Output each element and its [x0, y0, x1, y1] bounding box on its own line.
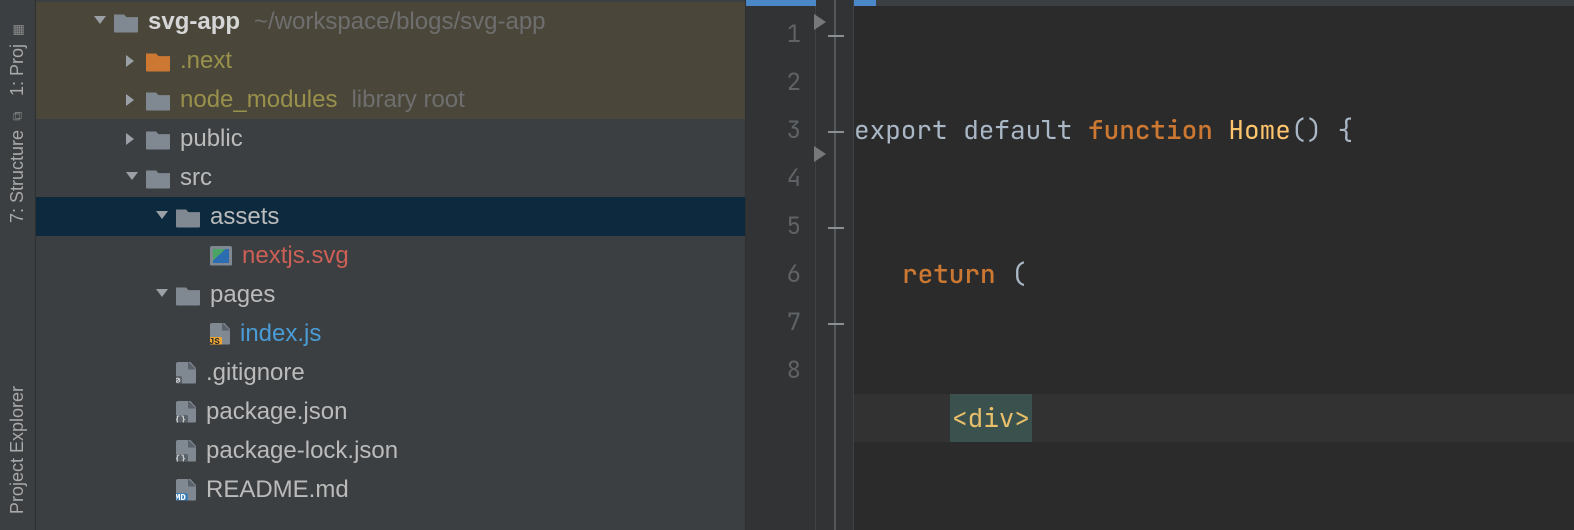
tree-row-public[interactable]: public [36, 119, 745, 158]
spacer [154, 483, 168, 497]
folder-icon [146, 50, 170, 72]
line-number[interactable]: 5 [746, 202, 815, 250]
folder-icon [114, 11, 138, 33]
tree-row-readme[interactable]: MD README.md [36, 470, 745, 509]
tree-label-readme: README.md [206, 476, 349, 504]
project-tree-panel: svg-app ~/workspace/blogs/svg-app .next … [36, 0, 746, 530]
code-line[interactable]: export default function Home() { [854, 106, 1574, 154]
line-number[interactable]: 1 [746, 10, 815, 58]
chevron-down-icon[interactable] [154, 210, 168, 224]
tool-tab-structure-label: 7: Structure [7, 130, 28, 223]
tree-label-pages: pages [210, 281, 275, 309]
md-file-icon: MD [176, 479, 196, 501]
tree-row-gitignore[interactable]: ⊘ .gitignore [36, 353, 745, 392]
tree-label-src: src [180, 164, 212, 192]
folder-icon [146, 167, 170, 189]
code-line[interactable]: return ( [854, 250, 1574, 298]
line-number[interactable]: 6 [746, 250, 815, 298]
folder-icon [146, 128, 170, 150]
tool-strip: 1: Proj ▦ 7: Structure ⧉ Project Explore… [0, 0, 36, 530]
json-file-icon: {} [176, 440, 196, 462]
image-file-icon [210, 246, 232, 266]
token: () { [1291, 106, 1353, 154]
code-line[interactable]: <div> [854, 394, 1574, 442]
token-keyword: return [902, 250, 996, 298]
line-number[interactable]: 2 [746, 58, 815, 106]
tool-tab-project[interactable]: 1: Proj ▦ [7, 22, 28, 96]
tree-row-pages[interactable]: pages [36, 275, 745, 314]
token-function-name: Home [1228, 106, 1290, 154]
ignore-badge: ⊘ [173, 376, 182, 387]
tree-root-path: ~/workspace/blogs/svg-app [254, 8, 546, 36]
spacer [188, 327, 202, 341]
tree-label-index-js: index.js [240, 320, 321, 348]
spacer [154, 444, 168, 458]
tree-row-package-lock[interactable]: {} package-lock.json [36, 431, 745, 470]
tree-label-assets: assets [210, 203, 279, 231]
fold-collapse-icon[interactable] [826, 314, 846, 334]
tree-note-libroot: library root [351, 86, 464, 114]
folder-icon [146, 89, 170, 111]
chevron-down-icon[interactable] [92, 15, 106, 29]
json-badge: {} [173, 415, 188, 426]
tree-row-nextjs-svg[interactable]: nextjs.svg [36, 236, 745, 275]
folder-icon [176, 284, 200, 306]
tool-tab-project-label: 1: Proj [7, 44, 28, 96]
project-tree[interactable]: svg-app ~/workspace/blogs/svg-app .next … [36, 0, 745, 509]
tree-row-node-modules[interactable]: node_modules library root [36, 80, 745, 119]
tree-root-row[interactable]: svg-app ~/workspace/blogs/svg-app [36, 2, 745, 41]
structure-tool-icon: ⧉ [9, 111, 25, 120]
line-number[interactable]: 8 [746, 346, 815, 394]
fold-collapse-icon[interactable] [826, 122, 846, 142]
tool-tab-explorer-label: Project Explorer [7, 386, 28, 514]
editor-area: 1 2 3 4 5 6 7 8 export default function … [746, 0, 1574, 530]
active-tab-indicator [746, 0, 876, 6]
tree-label-package: package.json [206, 398, 347, 426]
tree-label-gitignore: .gitignore [184, 359, 305, 387]
tree-row-index-js[interactable]: JS index.js [36, 314, 745, 353]
tree-label-node-modules: node_modules [180, 86, 337, 114]
tree-label-package-lock: package-lock.json [206, 437, 398, 465]
folder-icon [176, 206, 200, 228]
spacer [188, 249, 202, 263]
tree-label-next: .next [180, 47, 232, 75]
line-number[interactable]: 3 [746, 106, 815, 154]
fold-gutter [816, 0, 854, 530]
tree-root-name: svg-app [148, 8, 240, 36]
line-number[interactable]: 7 [746, 298, 815, 346]
token-keyword: function [1088, 106, 1228, 154]
token: ( [996, 250, 1027, 298]
code-editor[interactable]: export default function Home() { return … [854, 0, 1574, 530]
tree-row-assets[interactable]: assets [36, 197, 745, 236]
json-badge: {} [173, 454, 188, 465]
token: default [948, 106, 1088, 154]
tree-row-next[interactable]: .next [36, 41, 745, 80]
js-file-icon: JS [210, 323, 230, 345]
token-tag: <div> [950, 394, 1032, 442]
json-file-icon: {} [176, 401, 196, 423]
tree-row-package-json[interactable]: {} package.json [36, 392, 745, 431]
md-badge: MD [173, 493, 188, 504]
chevron-right-icon[interactable] [124, 93, 138, 107]
chevron-down-icon[interactable] [124, 171, 138, 185]
tree-row-src[interactable]: src [36, 158, 745, 197]
run-gutter-icon[interactable] [814, 14, 826, 30]
spacer [154, 405, 168, 419]
chevron-right-icon[interactable] [124, 132, 138, 146]
spacer [154, 366, 168, 380]
tree-label-public: public [180, 125, 243, 153]
line-number-gutter[interactable]: 1 2 3 4 5 6 7 8 [746, 0, 816, 530]
chevron-down-icon[interactable] [154, 288, 168, 302]
tool-tab-structure[interactable]: 7: Structure ⧉ [7, 108, 28, 223]
project-tool-icon: ▦ [9, 24, 25, 36]
js-badge: JS [207, 337, 222, 348]
line-number[interactable]: 4 [746, 154, 815, 202]
chevron-right-icon[interactable] [124, 54, 138, 68]
token: export [854, 106, 948, 154]
tool-tab-explorer[interactable]: Project Explorer [7, 386, 28, 514]
fold-collapse-icon[interactable] [826, 26, 846, 46]
tree-label-nextjs-svg: nextjs.svg [242, 242, 349, 270]
editor-tab-strip [746, 0, 1574, 6]
fold-collapse-icon[interactable] [826, 218, 846, 238]
